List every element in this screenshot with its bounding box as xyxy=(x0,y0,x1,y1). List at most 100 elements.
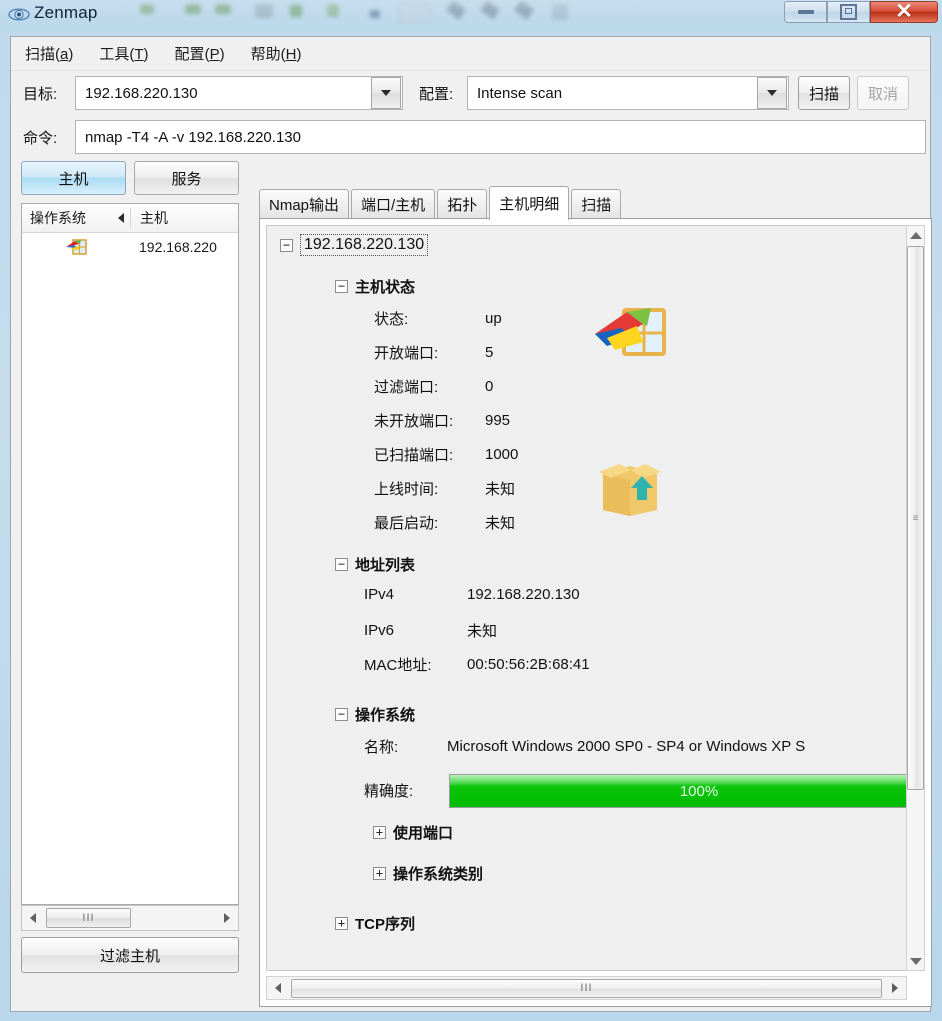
details-scroll-left-button[interactable] xyxy=(267,983,289,993)
hosts-services-toggle: 主机 服务 xyxy=(21,161,239,195)
window-title: Zenmap xyxy=(34,3,98,22)
field-state: 状态: up xyxy=(374,308,502,329)
vscrollbar-thumb[interactable]: ≡ xyxy=(907,246,924,790)
profile-value[interactable]: Intense scan xyxy=(468,85,757,102)
tree-node-used-ports[interactable]: + 使用端口 xyxy=(373,822,453,843)
field-scanned-ports: 已扫描端口: 1000 xyxy=(374,444,518,465)
target-input[interactable]: 192.168.220.130 xyxy=(76,85,371,102)
profile-combobox[interactable]: Intense scan xyxy=(467,76,789,110)
tree-node-root[interactable]: − 192.168.220.130 xyxy=(280,234,429,256)
scroll-up-button[interactable] xyxy=(907,226,924,244)
tree-toggle-os-classes[interactable]: + xyxy=(373,867,386,880)
field-os-name-key: 名称: xyxy=(364,739,399,756)
minimize-button[interactable] xyxy=(784,1,827,23)
field-ipv4: IPv4 192.168.220.130 xyxy=(364,586,580,603)
tree-toggle-used-ports[interactable]: + xyxy=(373,826,386,839)
field-accuracy-key: 精确度: xyxy=(364,783,414,800)
host-list-hscrollbar[interactable]: III xyxy=(21,905,239,931)
tree-node-used-ports-label: 使用端口 xyxy=(393,825,454,842)
field-open-ports: 开放端口: 5 xyxy=(374,342,493,363)
field-os-name: 名称: Microsoft Windows 2000 SP0 - SP4 or … xyxy=(364,736,805,757)
sort-arrow-icon xyxy=(118,213,124,223)
tree-group-host-status[interactable]: − 主机状态 xyxy=(335,276,415,297)
field-uptime: 上线时间: 未知 xyxy=(374,478,515,499)
windows-logo-icon xyxy=(593,304,667,362)
field-mac-address: MAC地址: 00:50:56:2B:68:41 xyxy=(364,654,590,675)
field-open-ports-key: 开放端口: xyxy=(374,345,439,362)
scan-button[interactable]: 扫描 xyxy=(798,76,850,110)
accuracy-progress-label: 100% xyxy=(679,782,719,800)
scroll-right-button[interactable] xyxy=(216,913,238,923)
tree-group-host-status-label: 主机状态 xyxy=(355,279,416,296)
tree-toggle-operating-system[interactable]: − xyxy=(335,708,348,721)
tab-scans[interactable]: 扫描 xyxy=(571,189,622,219)
host-details-tree[interactable]: − 192.168.220.130 − 主机状态 状态: up 开放端口: 5 … xyxy=(266,225,907,971)
tree-toggle-root[interactable]: − xyxy=(280,238,293,252)
field-filtered-ports-key: 过滤端口: xyxy=(374,379,439,396)
accuracy-progress-bar: 100% xyxy=(449,774,906,808)
tree-group-operating-system[interactable]: − 操作系统 xyxy=(335,704,415,725)
field-last-boot-key: 最后启动: xyxy=(374,515,439,532)
command-row: 命令: nmap -T4 -A -v 192.168.220.130 xyxy=(11,115,930,159)
details-scroll-right-button[interactable] xyxy=(884,983,906,993)
menu-item-profile[interactable]: 配置(P) xyxy=(173,41,227,66)
close-button[interactable]: ✕ xyxy=(870,1,938,23)
tree-node-os-classes-label: 操作系统类别 xyxy=(393,866,484,883)
field-uptime-value: 未知 xyxy=(485,481,516,498)
menu-accel: T xyxy=(134,46,144,63)
title-bar: Zenmap ✕ xyxy=(0,0,942,32)
maximize-icon xyxy=(840,4,857,20)
hscrollbar-thumb[interactable]: III xyxy=(46,908,131,928)
minimize-icon xyxy=(797,10,814,14)
tree-group-address-list-label: 地址列表 xyxy=(355,557,416,574)
host-list-row[interactable]: 192.168.220 xyxy=(22,233,238,261)
menu-item-tools[interactable]: 工具(T) xyxy=(97,41,150,66)
menu-accel: a xyxy=(60,46,69,63)
chevron-down-icon xyxy=(767,90,777,96)
filter-hosts-button[interactable]: 过滤主机 xyxy=(21,937,239,973)
services-button[interactable]: 服务 xyxy=(134,161,239,195)
details-vscrollbar[interactable]: ≡ xyxy=(906,225,925,971)
scroll-left-button[interactable] xyxy=(22,913,44,923)
target-combobox[interactable]: 192.168.220.130 xyxy=(75,76,403,110)
tab-ports-hosts[interactable]: 端口/主机 xyxy=(351,189,436,219)
menu-label: 配置 xyxy=(174,46,205,63)
menu-item-scan[interactable]: 扫描(a) xyxy=(23,41,75,66)
profile-dropdown-button[interactable] xyxy=(757,77,787,109)
chevron-right-icon xyxy=(224,913,230,923)
tab-topology[interactable]: 拓扑 xyxy=(437,189,488,219)
tree-node-root-label: 192.168.220.130 xyxy=(300,234,429,256)
menu-accel: P xyxy=(209,46,220,63)
menu-item-help[interactable]: 帮助(H) xyxy=(249,41,304,66)
window-controls: ✕ xyxy=(784,1,938,23)
details-hscrollbar[interactable]: III xyxy=(266,976,907,1000)
eye-icon xyxy=(8,8,30,21)
tab-nmap-output[interactable]: Nmap输出 xyxy=(259,189,350,219)
field-mac-address-key: MAC地址: xyxy=(364,657,432,674)
column-header-os[interactable]: 操作系统 xyxy=(22,208,130,228)
chevron-left-icon xyxy=(30,913,36,923)
target-dropdown-button[interactable] xyxy=(371,77,401,109)
cancel-button: 取消 xyxy=(857,76,909,110)
field-ipv6-key: IPv6 xyxy=(364,622,395,639)
tree-toggle-host-status[interactable]: − xyxy=(335,280,348,293)
tree-node-os-classes[interactable]: + 操作系统类别 xyxy=(373,863,483,884)
hosts-button[interactable]: 主机 xyxy=(21,161,126,195)
tree-toggle-address-list[interactable]: − xyxy=(335,558,348,571)
host-list[interactable]: 操作系统 主机 192.168.220 xyxy=(21,203,239,905)
tree-group-tcp-sequence[interactable]: + TCP序列 xyxy=(335,913,415,934)
column-header-os-label: 操作系统 xyxy=(30,210,86,226)
details-hscrollbar-thumb[interactable]: III xyxy=(291,978,882,998)
tree-toggle-tcp-sequence[interactable]: + xyxy=(335,917,348,930)
field-scanned-ports-key: 已扫描端口: xyxy=(374,447,454,464)
host-details-panel: − 192.168.220.130 − 主机状态 状态: up 开放端口: 5 … xyxy=(259,218,932,1007)
column-header-host[interactable]: 主机 xyxy=(131,208,168,228)
maximize-button[interactable] xyxy=(827,1,870,23)
menu-label: 扫描 xyxy=(25,46,56,63)
tree-group-address-list[interactable]: − 地址列表 xyxy=(335,554,415,575)
menu-label: 帮助 xyxy=(250,46,281,63)
tab-host-details[interactable]: 主机明细 xyxy=(489,186,570,220)
command-input[interactable]: nmap -T4 -A -v 192.168.220.130 xyxy=(75,120,926,154)
scroll-down-button[interactable] xyxy=(907,952,924,970)
target-label: 目标: xyxy=(23,85,58,103)
